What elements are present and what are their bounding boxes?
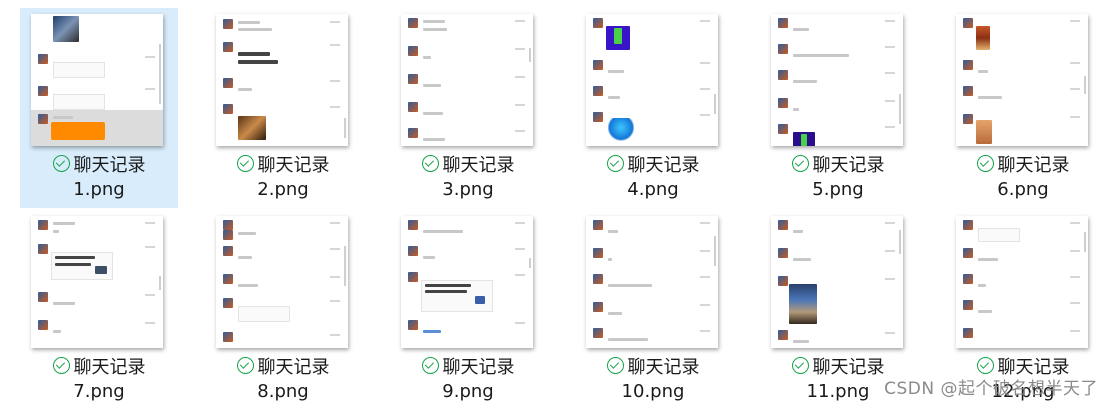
file-caption: 聊天记录 6.png: [944, 154, 1102, 202]
check-circle-icon: [236, 155, 254, 172]
check-circle-icon: [52, 155, 70, 172]
file-caption: 聊天记录 4.png: [574, 154, 732, 202]
thumbnail: [771, 14, 903, 146]
thumbnail: [216, 216, 348, 348]
file-caption: 聊天记录 8.png: [204, 356, 362, 404]
file-tile[interactable]: 聊天记录 10.png: [574, 210, 732, 410]
watermark: CSDN @起个破名想半天了: [884, 379, 1098, 399]
file-tile[interactable]: 聊天记录 2.png: [204, 8, 362, 208]
file-caption: 聊天记录 7.png: [20, 356, 178, 404]
thumbnail: [216, 14, 348, 146]
file-tile[interactable]: 聊天记录 3.png: [389, 8, 547, 208]
thumbnail: [31, 216, 163, 348]
file-tile[interactable]: 聊天记录 7.png: [20, 210, 178, 410]
thumbnail: [956, 216, 1088, 348]
check-circle-icon: [52, 357, 70, 374]
thumbnail: [956, 14, 1088, 146]
check-circle-icon: [421, 155, 439, 172]
file-caption: 聊天记录 3.png: [389, 154, 547, 202]
file-caption: 聊天记录 9.png: [389, 356, 547, 404]
thumbnail: [401, 14, 533, 146]
check-circle-icon: [606, 155, 624, 172]
thumbnail: [401, 216, 533, 348]
thumbnail: [586, 14, 718, 146]
file-tile[interactable]: 聊天记录 8.png: [204, 210, 362, 410]
file-tile[interactable]: 聊天记录 9.png: [389, 210, 547, 410]
file-grid: 聊天记录 1.png 聊天记录 2.png 聊天记录 3.png 聊天记录 4.…: [0, 0, 1104, 409]
file-caption: 聊天记录 5.png: [759, 154, 917, 202]
check-circle-icon: [606, 357, 624, 374]
thumbnail: [586, 216, 718, 348]
check-circle-icon: [976, 155, 994, 172]
check-circle-icon: [236, 357, 254, 374]
file-tile[interactable]: 聊天记录 5.png: [759, 8, 917, 208]
check-circle-icon: [791, 357, 809, 374]
check-circle-icon: [421, 357, 439, 374]
file-tile[interactable]: 聊天记录 4.png: [574, 8, 732, 208]
file-caption: 聊天记录 10.png: [574, 356, 732, 404]
file-caption: 聊天记录 2.png: [204, 154, 362, 202]
thumbnail: [31, 14, 163, 146]
file-caption: 聊天记录 1.png: [20, 154, 178, 202]
check-circle-icon: [976, 357, 994, 374]
check-circle-icon: [791, 155, 809, 172]
file-tile[interactable]: 聊天记录 6.png: [944, 8, 1102, 208]
file-tile[interactable]: 聊天记录 1.png: [20, 8, 178, 208]
thumbnail: [771, 216, 903, 348]
